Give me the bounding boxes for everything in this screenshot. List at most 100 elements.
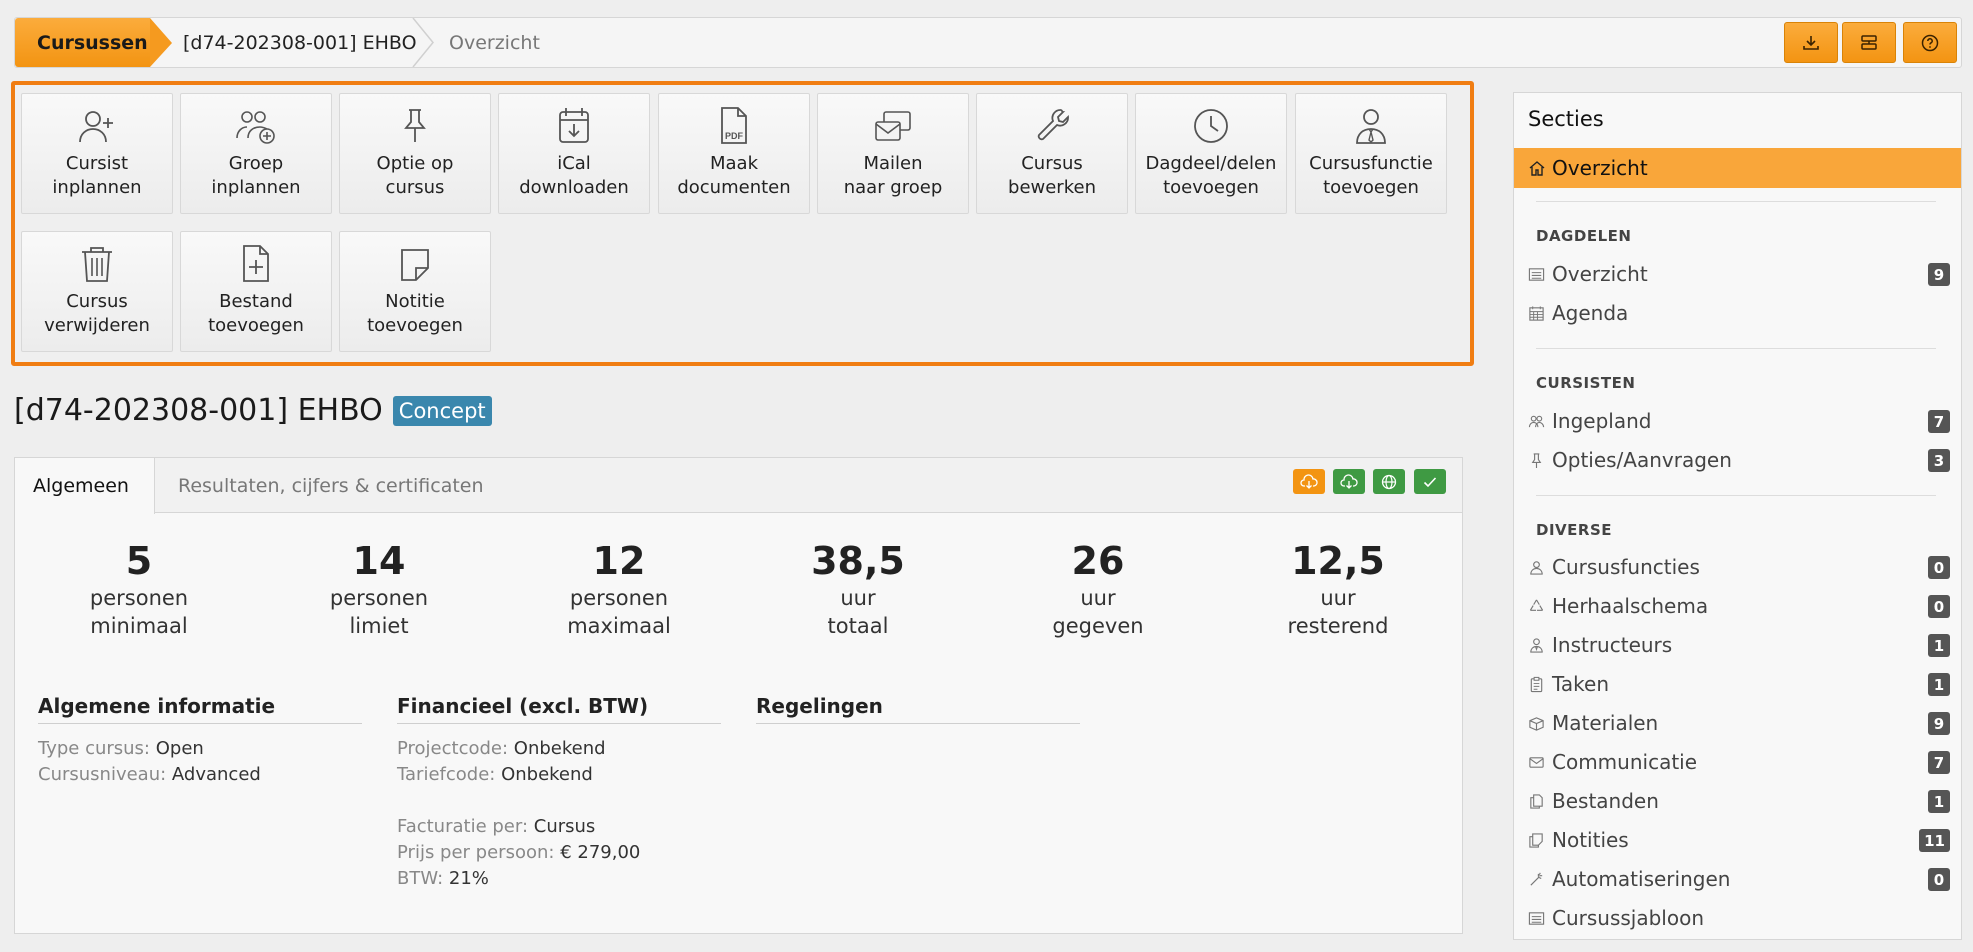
breadcrumb-arrow — [150, 18, 172, 67]
tab-general[interactable]: Algemeen — [15, 458, 155, 514]
sidebar-item-label: Materialen — [1552, 711, 1659, 735]
sidebar-item-herhaalschema[interactable]: Herhaalschema 0 — [1528, 590, 1950, 622]
breadcrumb-course[interactable]: [d74-202308-001] EHBO — [183, 18, 417, 67]
stat-label: maximaal — [567, 614, 671, 638]
sidebar-item-cursusfuncties[interactable]: Cursusfuncties 0 — [1528, 551, 1950, 583]
check-button[interactable] — [1414, 469, 1446, 494]
count-badge: 7 — [1928, 751, 1950, 774]
layout-button[interactable] — [1842, 22, 1896, 63]
count-badge: 7 — [1928, 410, 1950, 433]
breadcrumb-current: Overzicht — [449, 31, 540, 54]
sidebar-item-opties[interactable]: Opties/Aanvragen 3 — [1528, 444, 1950, 476]
layout-icon — [1861, 34, 1877, 50]
download-button[interactable] — [1784, 22, 1838, 63]
sidebar-item-cursussjabloon[interactable]: Cursussjabloon — [1528, 902, 1950, 934]
info-key: Type cursus: — [38, 738, 150, 759]
stat-label: gegeven — [1052, 614, 1144, 638]
sidebar-item-label: Automatiseringen — [1552, 867, 1731, 891]
count-badge: 11 — [1919, 829, 1950, 852]
stat-value: 5 — [125, 539, 153, 583]
make-documents-button[interactable]: PDF Maak documenten — [658, 93, 810, 214]
stat-remaining-hours: 12,5 uur resterend — [1238, 538, 1438, 640]
sidebar-item-communicatie[interactable]: Communicatie 7 — [1528, 746, 1950, 778]
info-course-type: Type cursus: Open — [38, 736, 204, 762]
mail-group-icon — [875, 111, 911, 141]
sidebar-item-label: Taken — [1552, 672, 1610, 696]
delete-course-button[interactable]: Cursus verwijderen — [21, 231, 173, 352]
action-label: Cursus bewerken — [1008, 153, 1096, 198]
option-course-button[interactable]: Optie op cursus — [339, 93, 491, 214]
trash-icon — [82, 247, 112, 282]
sidebar-item-label: Notities — [1552, 828, 1629, 852]
sidebar-item-dagdelen-overzicht[interactable]: Overzicht 9 — [1528, 258, 1950, 290]
sidebar-item-agenda[interactable]: Agenda — [1528, 297, 1950, 329]
ical-download-button[interactable]: iCal downloaden — [498, 93, 650, 214]
stat-label: resterend — [1287, 614, 1389, 638]
course-title: [d74-202308-001] EHBO — [14, 393, 383, 428]
info-key: Tariefcode: — [397, 764, 496, 785]
add-note-button[interactable]: Notitie toevoegen — [339, 231, 491, 352]
actions-panel: Cursist inplannen Groep inplannen Optie … — [11, 81, 1474, 366]
mail-group-button[interactable]: Mailen naar groep — [817, 93, 969, 214]
action-label: Mailen naar groep — [843, 153, 943, 198]
breadcrumb-separator — [411, 17, 435, 68]
stat-label: totaal — [827, 614, 889, 638]
info-key: Prijs per persoon: — [397, 842, 555, 863]
stat-label: uur — [1080, 586, 1116, 610]
stat-label: uur — [840, 586, 876, 610]
stat-label: uur — [1320, 586, 1356, 610]
action-label: Notitie toevoegen — [367, 291, 463, 336]
help-icon — [1921, 34, 1939, 51]
sidebar-item-materialen[interactable]: Materialen 9 — [1528, 707, 1950, 739]
sidebar-title: Secties — [1528, 107, 1604, 131]
cloud-download-icon — [1340, 473, 1358, 489]
recycle-icon — [1529, 599, 1544, 611]
action-label: iCal downloaden — [519, 153, 629, 198]
divider — [1536, 348, 1936, 349]
add-daypart-button[interactable]: Dagdeel/delen toevoegen — [1135, 93, 1287, 214]
globe-button[interactable] — [1373, 469, 1405, 494]
info-key: Facturatie per: — [397, 816, 529, 837]
general-info-heading: Algemene informatie — [38, 694, 362, 724]
edit-course-button[interactable]: Cursus bewerken — [976, 93, 1128, 214]
tab-results[interactable]: Resultaten, cijfers & certificaten — [178, 458, 484, 513]
sidebar-item-label: Instructeurs — [1552, 633, 1673, 657]
stat-label: minimaal — [90, 614, 188, 638]
help-button[interactable] — [1903, 22, 1957, 63]
check-icon — [1423, 476, 1437, 487]
info-value: 21% — [448, 868, 489, 889]
sidebar-item-overview[interactable]: Overzicht — [1514, 148, 1961, 188]
course-card: Algemeen Resultaten, cijfers & certifica… — [14, 457, 1463, 934]
pin-icon — [404, 109, 426, 142]
sidebar-item-taken[interactable]: Taken 1 — [1528, 668, 1950, 700]
add-file-button[interactable]: Bestand toevoegen — [180, 231, 332, 352]
download-icon — [1803, 35, 1819, 50]
sidebar-item-bestanden[interactable]: Bestanden 1 — [1528, 785, 1950, 817]
box-icon — [1529, 716, 1544, 731]
list-icon — [1528, 911, 1545, 925]
plan-group-button[interactable]: Groep inplannen — [180, 93, 332, 214]
cloud-download-orange-button[interactable] — [1293, 469, 1325, 494]
count-badge: 9 — [1928, 712, 1950, 735]
info-key: Projectcode: — [397, 738, 509, 759]
breadcrumb-home[interactable]: Cursussen — [15, 18, 150, 67]
calendar-icon — [1529, 305, 1544, 321]
info-course-level: Cursusniveau: Advanced — [38, 762, 261, 788]
sidebar-item-label: Opties/Aanvragen — [1552, 448, 1732, 472]
action-label: Optie op cursus — [376, 153, 454, 198]
clipboard-icon — [1530, 676, 1543, 692]
add-course-function-button[interactable]: Cursusfunctie toevoegen — [1295, 93, 1447, 214]
status-badge: Concept — [392, 395, 492, 426]
sidebar-item-instructeurs[interactable]: Instructeurs 1 — [1528, 629, 1950, 661]
count-badge: 3 — [1928, 449, 1950, 472]
sidebar-item-notities[interactable]: Notities 11 — [1528, 824, 1950, 856]
count-badge: 9 — [1928, 263, 1950, 286]
plan-student-button[interactable]: Cursist inplannen — [21, 93, 173, 214]
sidebar-item-automatiseringen[interactable]: Automatiseringen 0 — [1528, 863, 1950, 895]
count-badge: 0 — [1928, 595, 1950, 618]
cloud-download-green-button[interactable] — [1333, 469, 1365, 494]
sidebar-item-ingepland[interactable]: Ingepland 7 — [1528, 405, 1950, 437]
stat-total-hours: 38,5 uur totaal — [758, 538, 958, 640]
info-tariff-code: Tariefcode: Onbekend — [397, 762, 593, 788]
action-label: Cursusfunctie toevoegen — [1309, 153, 1433, 198]
